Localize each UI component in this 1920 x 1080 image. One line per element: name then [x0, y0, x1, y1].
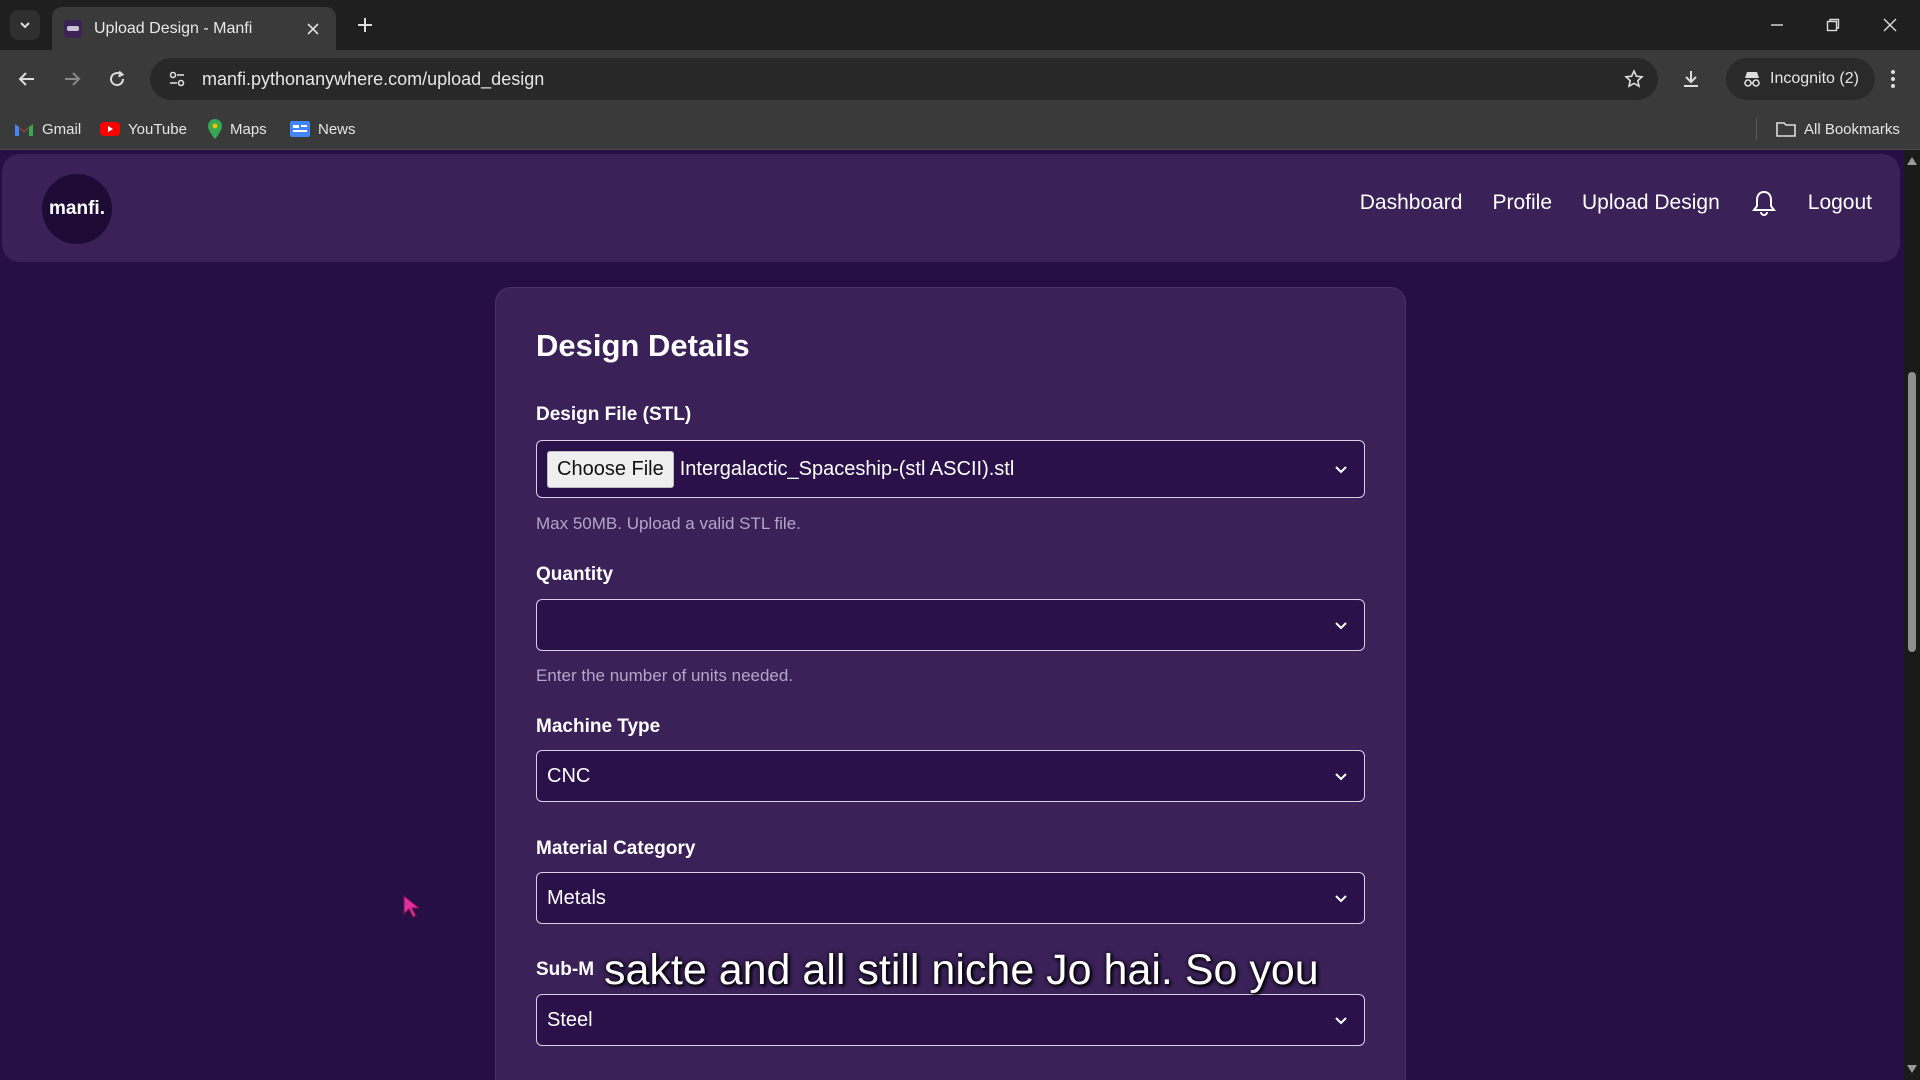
- sub-material-select[interactable]: Steel: [536, 994, 1365, 1046]
- material-category-select[interactable]: Metals: [536, 872, 1365, 924]
- tab-search-button[interactable]: [10, 10, 40, 40]
- bookmark-label: YouTube: [128, 120, 187, 138]
- material-category-label: Material Category: [536, 838, 696, 859]
- chevron-down-icon: [1334, 462, 1348, 476]
- chevron-down-icon: [1334, 618, 1348, 632]
- machine-type-select[interactable]: CNC: [536, 750, 1365, 802]
- scrollbar-thumb[interactable]: [1908, 372, 1916, 652]
- arrow-right-icon: [65, 72, 81, 86]
- plus-icon: [358, 18, 372, 32]
- new-tab-button[interactable]: [352, 12, 378, 38]
- bookmark-label: Maps: [230, 120, 267, 138]
- design-file-input[interactable]: Choose File Intergalactic_Spaceship-(stl…: [536, 440, 1365, 498]
- bookmarks-separator: [1756, 118, 1757, 140]
- bell-icon: [1751, 190, 1776, 216]
- machine-type-value: CNC: [547, 764, 591, 787]
- bookmark-gmail[interactable]: Gmail: [14, 116, 81, 142]
- minimize-icon: [1771, 24, 1783, 26]
- site-logo[interactable]: manfi.: [42, 174, 112, 244]
- tab-title: Upload Design - Manfi: [94, 19, 253, 37]
- site-navbar: manfi. Dashboard Profile Upload Design L…: [2, 154, 1900, 262]
- bookmark-youtube[interactable]: YouTube: [100, 116, 187, 142]
- reload-button[interactable]: [102, 64, 132, 94]
- download-icon: [1684, 71, 1698, 87]
- nav-dashboard-link[interactable]: Dashboard: [1360, 191, 1463, 215]
- downloads-button[interactable]: [1676, 64, 1706, 94]
- chevron-down-icon: [1334, 1013, 1348, 1027]
- arrow-left-icon: [18, 72, 34, 86]
- quantity-hint: Enter the number of units needed.: [536, 666, 794, 685]
- quantity-label: Quantity: [536, 564, 614, 585]
- site-favicon-icon: [64, 19, 82, 38]
- tab-close-button[interactable]: [302, 18, 324, 40]
- folder-icon: [1776, 122, 1796, 137]
- design-file-label: Design File (STL): [536, 404, 692, 425]
- sub-material-value: Steel: [547, 1008, 593, 1031]
- url-text[interactable]: manfi.pythonanywhere.com/upload_design: [202, 69, 544, 90]
- gmail-icon: [15, 123, 33, 136]
- back-button[interactable]: [12, 64, 42, 94]
- nav-profile-link[interactable]: Profile: [1492, 191, 1552, 215]
- nav-upload-design-link[interactable]: Upload Design: [1582, 191, 1720, 215]
- incognito-indicator[interactable]: Incognito (2): [1726, 58, 1875, 100]
- close-icon: [307, 22, 319, 35]
- nav-logout-link[interactable]: Logout: [1808, 191, 1872, 215]
- site-info-button[interactable]: [164, 66, 190, 92]
- bookmark-news[interactable]: News: [290, 116, 356, 142]
- mouse-cursor-icon: [403, 895, 421, 918]
- incognito-icon: [1744, 72, 1760, 87]
- chevron-down-icon: [20, 22, 30, 29]
- address-bar[interactable]: manfi.pythonanywhere.com/upload_design: [150, 58, 1658, 100]
- chevron-down-icon: [1334, 769, 1348, 783]
- nav-links: Dashboard Profile Upload Design Logout: [1330, 189, 1872, 217]
- star-icon: [1624, 69, 1644, 88]
- page-scrollbar[interactable]: [1904, 150, 1920, 1080]
- sub-material-label: Sub-M: [536, 959, 595, 980]
- browser-toolbar: manfi.pythonanywhere.com/upload_design I…: [0, 50, 1920, 108]
- minimize-window-button[interactable]: [1764, 12, 1790, 38]
- scroll-down-icon[interactable]: [1907, 1064, 1917, 1074]
- machine-type-label: Machine Type: [536, 716, 661, 737]
- selected-file-name: Intergalactic_Spaceship-(stl ASCII).stl: [679, 457, 1015, 480]
- chevron-down-icon: [1334, 891, 1348, 905]
- page-viewport: manfi. Dashboard Profile Upload Design L…: [0, 150, 1904, 1080]
- bookmark-star-button[interactable]: [1622, 67, 1646, 91]
- forward-button[interactable]: [57, 64, 87, 94]
- browser-tab-strip: Upload Design - Manfi: [0, 0, 1920, 50]
- quantity-input[interactable]: [536, 599, 1365, 651]
- incognito-label: Incognito (2): [1770, 70, 1859, 87]
- bookmark-label: News: [318, 120, 356, 138]
- maps-icon: [208, 119, 222, 139]
- notifications-button[interactable]: [1750, 189, 1778, 217]
- close-window-button[interactable]: [1877, 12, 1903, 38]
- card-title: Design Details: [536, 328, 750, 363]
- tune-icon: [169, 71, 185, 87]
- browser-tab-active[interactable]: Upload Design - Manfi: [52, 7, 336, 50]
- all-bookmarks-label: All Bookmarks: [1804, 120, 1900, 138]
- news-icon: [290, 121, 310, 137]
- reload-icon: [110, 70, 125, 87]
- material-category-value: Metals: [547, 886, 606, 909]
- all-bookmarks-button[interactable]: All Bookmarks: [1776, 116, 1900, 142]
- browser-menu-button[interactable]: [1878, 64, 1908, 94]
- bookmark-maps[interactable]: Maps: [208, 116, 267, 142]
- video-caption: sakte and all still niche Jo hai. So you: [604, 946, 1319, 994]
- restore-icon: [1826, 18, 1840, 32]
- scroll-up-icon[interactable]: [1907, 156, 1917, 166]
- more-vert-icon: [1891, 70, 1895, 88]
- restore-window-button[interactable]: [1820, 12, 1846, 38]
- logo-text: manfi.: [49, 198, 105, 219]
- choose-file-button[interactable]: Choose File: [547, 450, 674, 488]
- bookmark-label: Gmail: [42, 120, 82, 138]
- design-file-hint: Max 50MB. Upload a valid STL file.: [536, 514, 801, 533]
- bookmarks-bar: Gmail YouTube Maps News All Bookmarks: [0, 108, 1920, 150]
- youtube-icon: [100, 122, 120, 136]
- close-icon: [1883, 18, 1897, 32]
